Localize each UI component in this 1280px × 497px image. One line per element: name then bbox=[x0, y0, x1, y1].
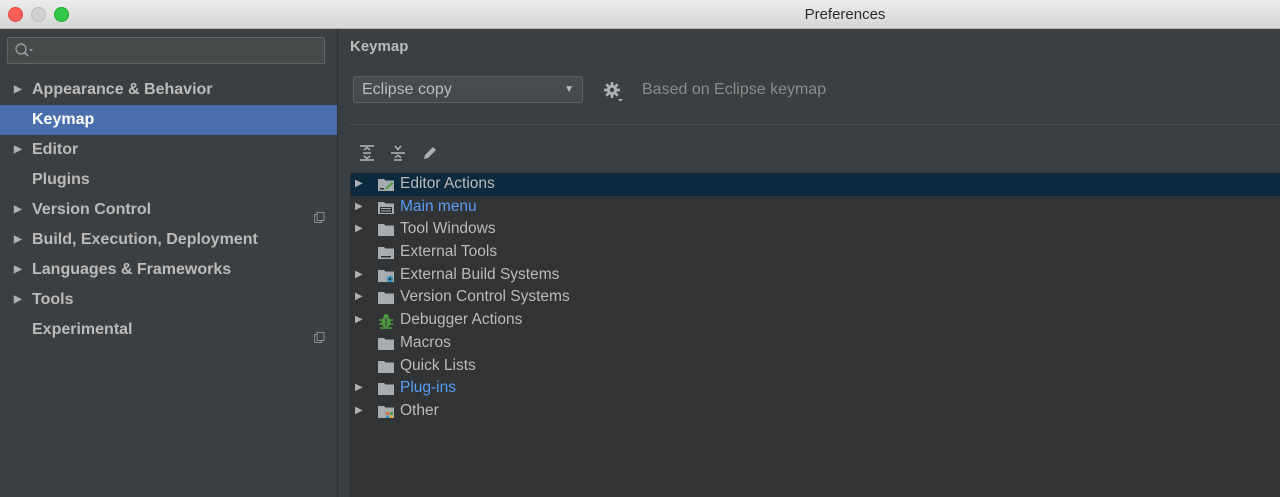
sidebar-item-label: Languages & Frameworks bbox=[32, 261, 232, 278]
search-icon bbox=[15, 43, 33, 57]
expand-arrow-icon[interactable]: ▶ bbox=[355, 264, 363, 287]
tree-row[interactable]: ▶ Plug-ins bbox=[351, 377, 1280, 400]
keymap-select[interactable]: Eclipse copy ▼ bbox=[353, 76, 583, 103]
tree-row[interactable]: ▶ External Build Systems bbox=[351, 264, 1280, 287]
tree-row[interactable]: ▶ Other bbox=[351, 400, 1280, 423]
expand-arrow-icon[interactable]: ▶ bbox=[355, 218, 363, 241]
expand-arrow-icon[interactable]: ▶ bbox=[355, 309, 363, 332]
expand-arrow-icon[interactable]: ▶ bbox=[355, 286, 363, 309]
chevron-down-icon: ▼ bbox=[564, 84, 574, 95]
sidebar-item-label: Keymap bbox=[32, 111, 95, 128]
tree-row-label: External Tools bbox=[400, 243, 498, 261]
keymap-actions-tree: ▶ Editor Actions ▶ Main menu ▶ Tool Windows Ex… bbox=[350, 173, 1280, 497]
expand-all-icon[interactable] bbox=[358, 144, 376, 162]
sidebar-item[interactable]: Experimental bbox=[0, 315, 337, 345]
keymap-select-value: Eclipse copy bbox=[362, 81, 452, 98]
tree-row[interactable]: External Tools bbox=[351, 241, 1280, 264]
tree-row-label: Other bbox=[400, 401, 439, 419]
divider bbox=[350, 124, 1280, 125]
tree-row[interactable]: ▶ Debugger Actions bbox=[351, 309, 1280, 332]
expand-arrow-icon[interactable]: ▶ bbox=[14, 255, 22, 285]
sidebar-item[interactable]: ▶ Tools bbox=[0, 285, 337, 315]
sidebar-item-label: Plugins bbox=[32, 171, 90, 188]
sidebar-item-label: Version Control bbox=[32, 201, 152, 218]
tree-row[interactable]: ▶ Editor Actions bbox=[351, 173, 1280, 196]
sidebar-item[interactable]: ▶ Build, Execution, Deployment bbox=[0, 225, 337, 255]
tree-row[interactable]: Macros bbox=[351, 332, 1280, 355]
tree-row[interactable]: ▶ Tool Windows bbox=[351, 218, 1280, 241]
sidebar-item[interactable]: Keymap bbox=[0, 105, 337, 135]
sidebar-item[interactable]: ▶ Languages & Frameworks bbox=[0, 255, 337, 285]
other-folder-icon bbox=[377, 404, 395, 427]
gear-icon[interactable] bbox=[603, 81, 625, 103]
tree-row-label: Quick Lists bbox=[400, 356, 476, 374]
sidebar-item-label: Experimental bbox=[32, 321, 133, 338]
based-on-label: Based on Eclipse keymap bbox=[642, 81, 827, 98]
expand-arrow-icon[interactable]: ▶ bbox=[14, 135, 22, 165]
expand-arrow-icon[interactable]: ▶ bbox=[14, 285, 22, 315]
tree-row-label: External Build Systems bbox=[400, 265, 560, 283]
title-bar: Preferences bbox=[0, 0, 1280, 29]
sidebar-item[interactable]: ▶ Version Control bbox=[0, 195, 337, 225]
project-scope-icon bbox=[314, 324, 325, 343]
expand-arrow-icon[interactable]: ▶ bbox=[14, 75, 22, 105]
tree-row-label: Macros bbox=[400, 333, 451, 351]
tree-row-label: Editor Actions bbox=[400, 175, 495, 192]
search-input[interactable] bbox=[7, 37, 325, 64]
expand-arrow-icon[interactable]: ▶ bbox=[355, 377, 363, 400]
sidebar-item-label: Appearance & Behavior bbox=[32, 81, 213, 98]
tree-row-label: Tool Windows bbox=[400, 220, 496, 238]
tree-row[interactable]: ▶ Main menu bbox=[351, 196, 1280, 219]
tree-row[interactable]: ▶ Version Control Systems bbox=[351, 286, 1280, 309]
sidebar-item-label: Build, Execution, Deployment bbox=[32, 231, 258, 248]
sidebar-item-label: Editor bbox=[32, 141, 79, 158]
tree-row-label: Plug-ins bbox=[400, 379, 456, 397]
expand-arrow-icon[interactable]: ▶ bbox=[355, 400, 363, 423]
keymap-panel: Keymap Eclipse copy ▼ Based on Eclipse k… bbox=[338, 29, 1280, 497]
tree-row-label: Main menu bbox=[400, 197, 477, 215]
window-title: Preferences bbox=[804, 6, 886, 23]
expand-arrow-icon[interactable]: ▶ bbox=[14, 225, 22, 255]
edit-icon[interactable] bbox=[421, 144, 439, 162]
collapse-all-icon[interactable] bbox=[389, 144, 407, 162]
sidebar: ▶ Appearance & Behavior Keymap ▶ Editor Plugi… bbox=[0, 29, 338, 497]
tree-row-label: Debugger Actions bbox=[400, 311, 523, 329]
tree-row[interactable]: Quick Lists bbox=[351, 355, 1280, 378]
expand-arrow-icon[interactable]: ▶ bbox=[355, 173, 363, 196]
tree-row-label: Version Control Systems bbox=[400, 288, 570, 306]
sidebar-item[interactable]: Plugins bbox=[0, 165, 337, 195]
page-title: Keymap bbox=[350, 38, 409, 55]
expand-arrow-icon[interactable]: ▶ bbox=[14, 195, 22, 225]
sidebar-item-label: Tools bbox=[32, 291, 74, 308]
expand-arrow-icon[interactable]: ▶ bbox=[355, 196, 363, 219]
sidebar-item[interactable]: ▶ Editor bbox=[0, 135, 337, 165]
sidebar-item[interactable]: ▶ Appearance & Behavior bbox=[0, 75, 337, 105]
settings-tree: ▶ Appearance & Behavior Keymap ▶ Editor Plugi… bbox=[0, 75, 337, 345]
project-scope-icon bbox=[314, 204, 325, 223]
